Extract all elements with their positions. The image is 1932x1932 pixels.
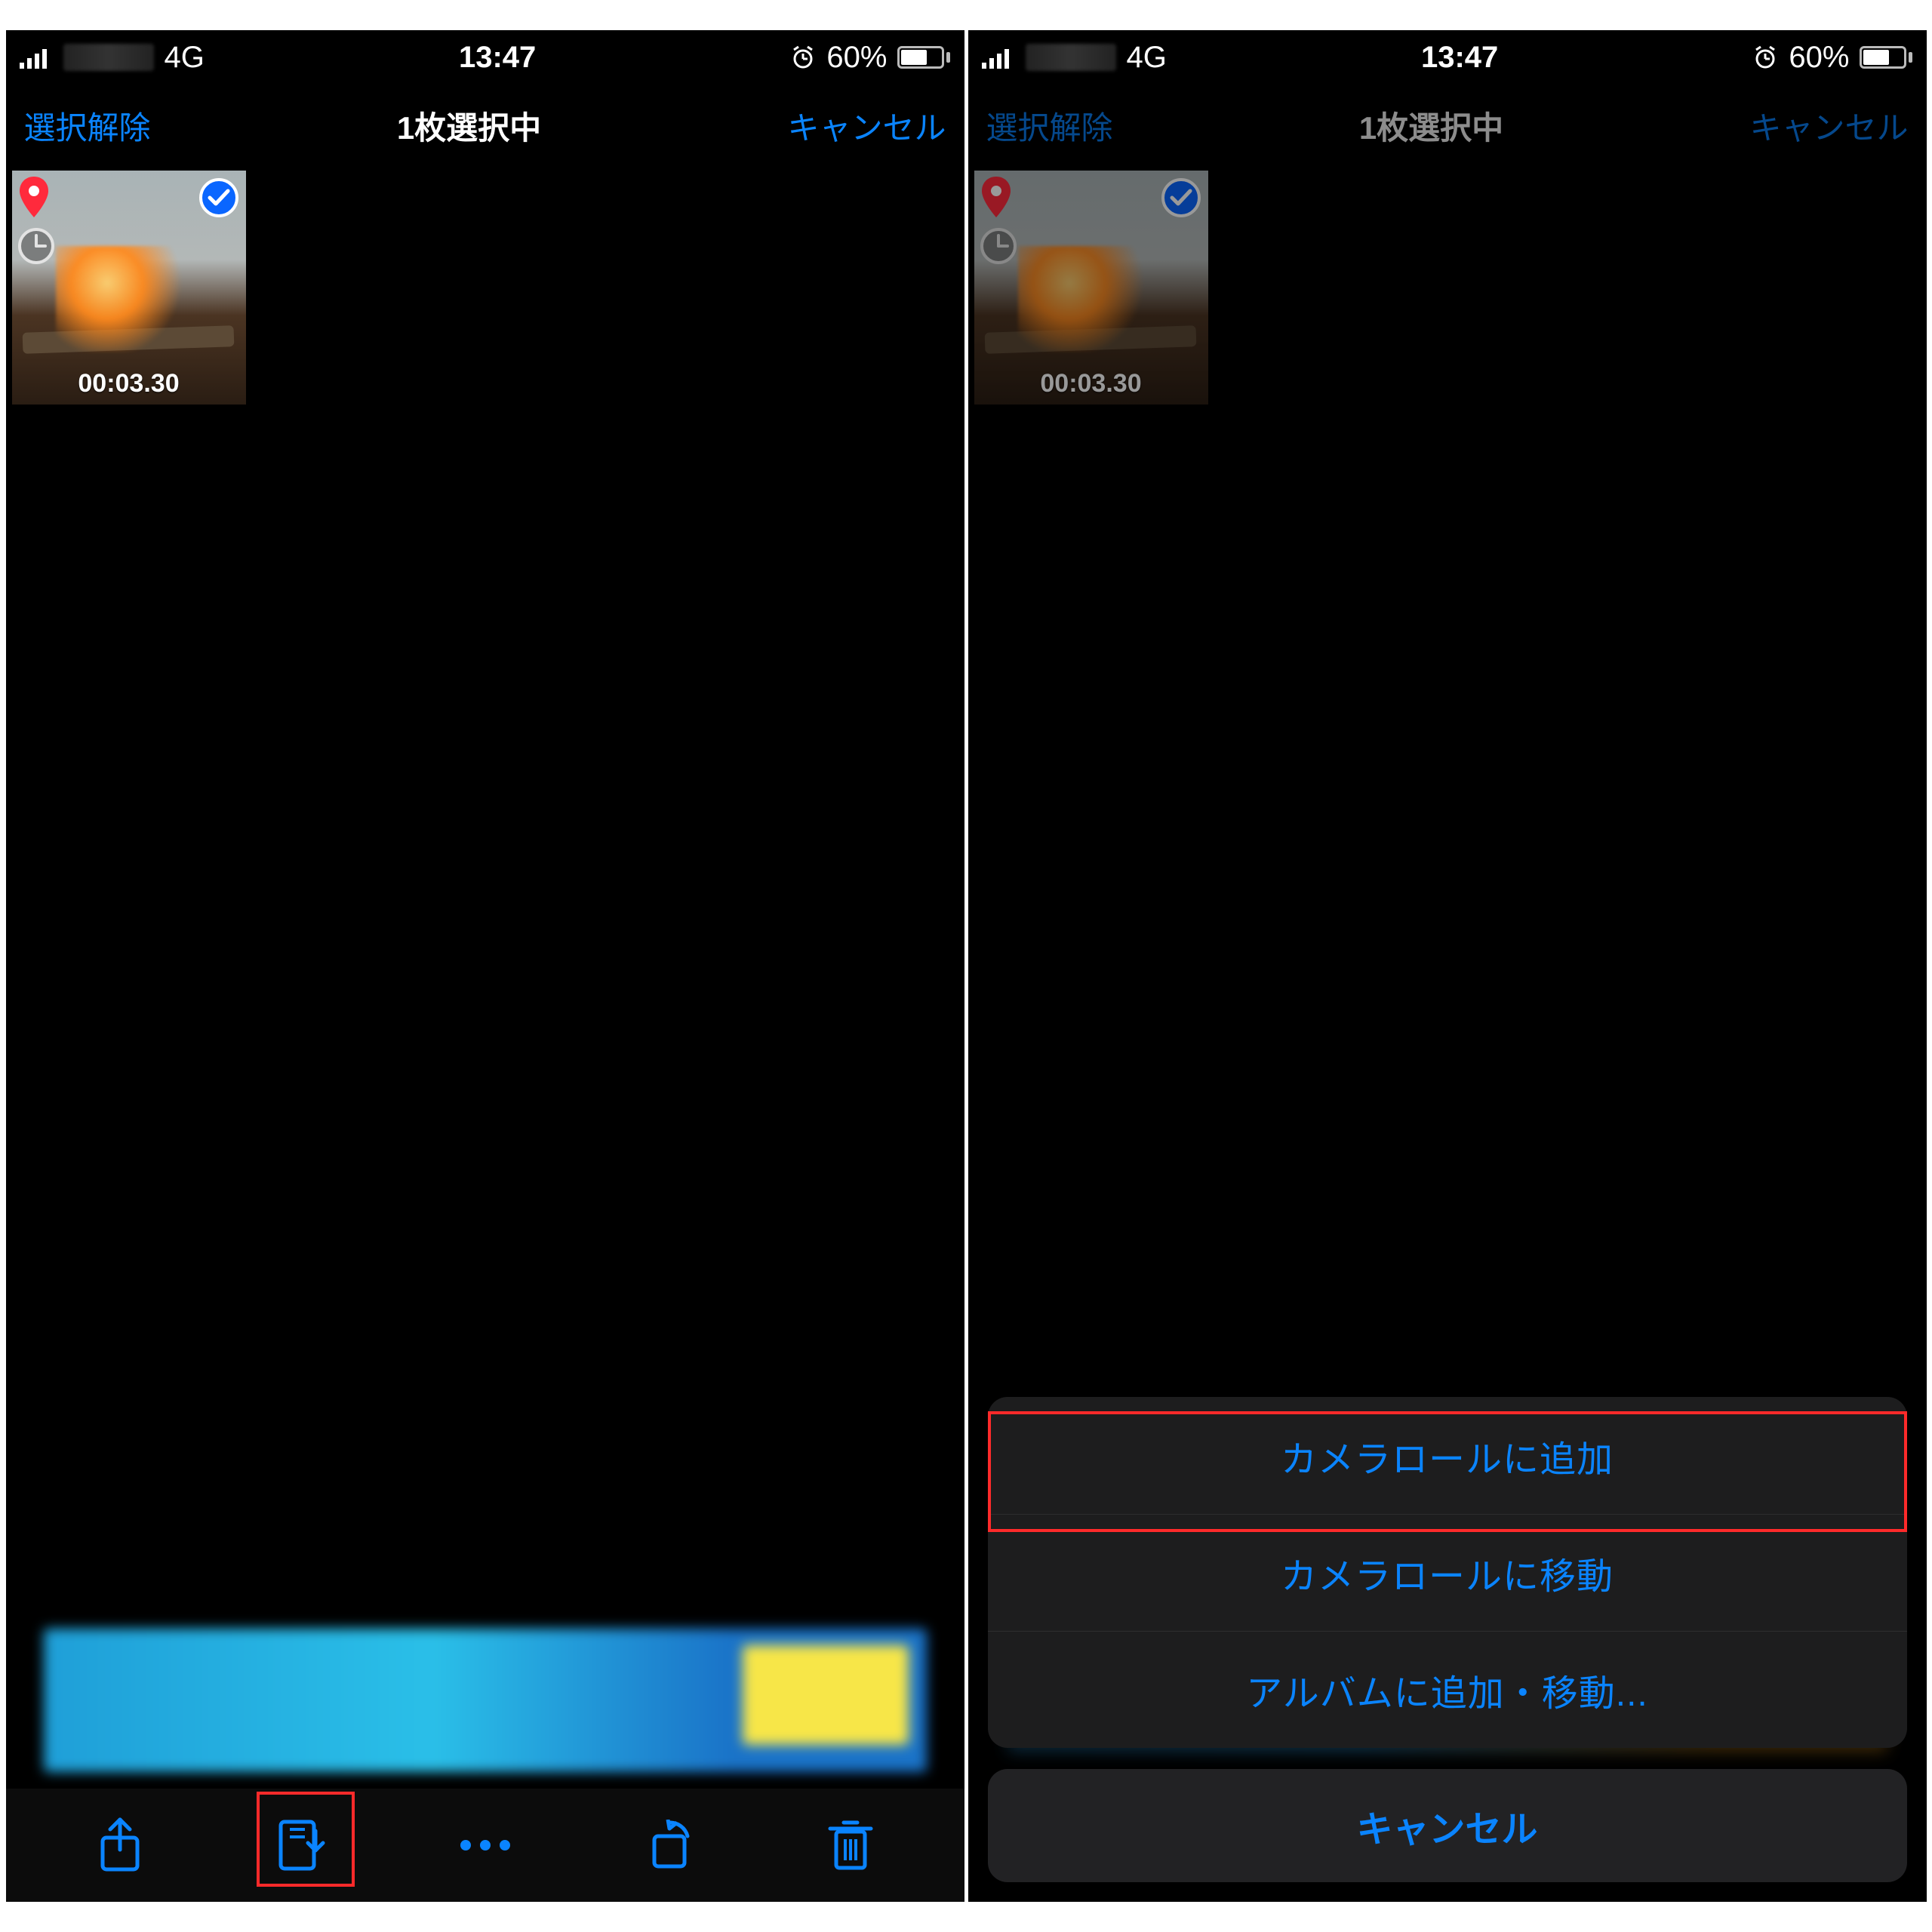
status-time: 13:47 [1421,41,1498,75]
network-type: 4G [165,41,205,75]
nav-bar: 選択解除 1枚選択中 キャンセル [968,85,1927,166]
screenshot-left: 4G 13:47 60% 選択解除 1枚選択中 キャンセル [6,30,964,1902]
content-area: 00:03.30 [6,166,964,1902]
status-bar: 4G 13:47 60% [6,30,964,85]
bottom-toolbar [6,1789,964,1902]
location-pin-icon [18,177,50,217]
sheet-add-to-camera-roll[interactable]: カメラロールに追加 [988,1397,1907,1514]
signal-icon [20,46,53,69]
selected-check-icon [199,178,238,217]
signal-icon [982,46,1015,69]
nav-title: 1枚選択中 [397,103,541,149]
sheet-cancel[interactable]: キャンセル [988,1769,1907,1882]
battery-percent: 60% [1789,41,1849,75]
screenshot-right: 4G 13:47 60% 選択解除 1枚選択中 キャンセル [968,30,1927,1902]
sheet-move-to-camera-roll[interactable]: カメラロールに移動 [988,1514,1907,1631]
clock-icon [17,226,56,266]
battery-icon [897,46,950,69]
nav-bar: 選択解除 1枚選択中 キャンセル [6,85,964,166]
video-thumbnail[interactable]: 00:03.30 [974,171,1208,405]
cancel-button[interactable]: キャンセル [1749,103,1908,149]
video-thumbnail[interactable]: 00:03.30 [12,171,246,405]
network-type: 4G [1127,41,1167,75]
clock-icon [979,226,1018,266]
rotate-button[interactable] [635,1812,701,1878]
nav-title: 1枚選択中 [1359,103,1503,149]
video-duration: 00:03.30 [974,369,1208,398]
deselect-button[interactable]: 選択解除 [24,103,151,149]
status-bar: 4G 13:47 60% [968,30,1927,85]
status-time: 13:47 [459,41,536,75]
battery-percent: 60% [826,41,887,75]
more-button[interactable] [452,1812,518,1878]
video-duration: 00:03.30 [12,369,246,398]
sheet-add-move-to-album[interactable]: アルバムに追加・移動... [988,1631,1907,1748]
delete-button[interactable] [817,1812,884,1878]
save-to-device-button[interactable] [269,1812,336,1878]
carrier-label [1026,44,1116,71]
battery-icon [1860,46,1912,69]
ad-banner[interactable] [44,1629,927,1772]
content-area: 00:03.30 カメラロールに追加 カメラロールに移動 アルバムに追加・移動.… [968,166,1927,1902]
deselect-button[interactable]: 選択解除 [986,103,1113,149]
alarm-icon [1752,45,1778,70]
alarm-icon [790,45,816,70]
cancel-button[interactable]: キャンセル [787,103,946,149]
location-pin-icon [980,177,1012,217]
action-sheet: カメラロールに追加 カメラロールに移動 アルバムに追加・移動... キャンセル [988,1397,1907,1882]
selected-check-icon [1161,178,1201,217]
carrier-label [63,44,154,71]
share-button[interactable] [87,1812,153,1878]
